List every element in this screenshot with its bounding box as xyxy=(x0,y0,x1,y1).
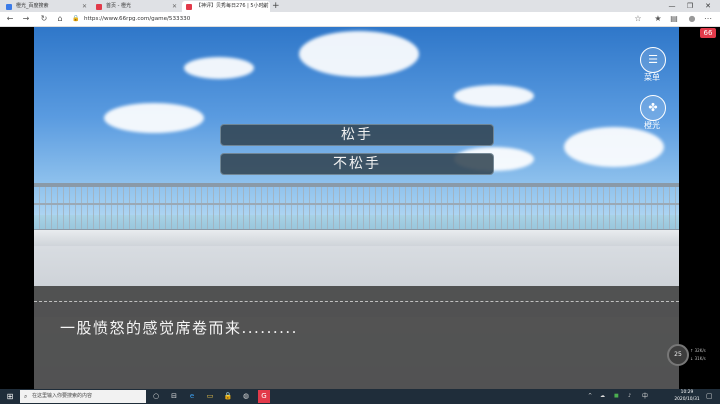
restore-button[interactable]: ❐ xyxy=(682,0,698,12)
tab-title: 首页 - 橙光 xyxy=(106,3,131,9)
forward-button[interactable]: → xyxy=(20,13,32,25)
menu-label: 菜单 xyxy=(644,73,660,82)
cortana-icon[interactable]: ○ xyxy=(150,390,162,403)
menu-button[interactable]: ☰ xyxy=(640,47,666,73)
favorites-icon[interactable]: ★ xyxy=(652,13,664,25)
railing-mid xyxy=(34,203,679,205)
tab-baidu[interactable]: 橙光_百度搜索 ✕ xyxy=(2,1,90,12)
profile-avatar[interactable]: ● xyxy=(686,13,698,25)
task-view-icon[interactable]: ⊟ xyxy=(168,390,180,403)
new-tab-button[interactable]: + xyxy=(272,0,280,12)
start-button[interactable]: ⊞ xyxy=(4,390,16,403)
list-icon: ☰ xyxy=(648,53,658,66)
tab-favicon-icon xyxy=(6,4,12,10)
orange-light-icon: ✤ xyxy=(648,101,658,114)
minimize-button[interactable]: — xyxy=(664,0,680,12)
railing-top xyxy=(34,183,679,187)
home-button[interactable]: ⌂ xyxy=(54,13,66,25)
cloud xyxy=(104,103,204,133)
railing-bars xyxy=(34,185,679,231)
rooftop-ledge xyxy=(34,230,679,246)
reload-button[interactable]: ↻ xyxy=(38,13,50,25)
site-logo-icon[interactable]: 66 xyxy=(700,28,716,38)
dialogue-text: 一股愤怒的感觉席卷而来......... xyxy=(60,319,298,337)
lock-icon: 🔒 xyxy=(72,15,80,22)
notification-icon[interactable]: ▢ xyxy=(706,390,713,403)
ime-icon[interactable]: 中 xyxy=(642,390,648,403)
search-placeholder: 在这里输入你要搜索的内容 xyxy=(32,393,93,399)
choice-hold-on[interactable]: 不松手 xyxy=(220,153,494,175)
volume-icon[interactable]: ♪ xyxy=(628,390,631,403)
tab-favicon-icon xyxy=(96,4,102,10)
more-menu-icon[interactable]: ⋯ xyxy=(702,13,714,25)
edge-icon[interactable]: e xyxy=(186,390,198,403)
clock[interactable]: 10:29 2020/10/31 xyxy=(672,389,702,403)
url-field[interactable]: https://www.66rpg.com/game/533330 xyxy=(84,14,190,24)
dialogue-divider xyxy=(34,301,679,302)
tray-expand-icon[interactable]: ^ xyxy=(588,390,592,403)
cloud xyxy=(184,57,254,79)
clock-time: 10:29 xyxy=(680,390,694,395)
orange-light-button[interactable]: ✤ xyxy=(640,95,666,121)
cloud-icon[interactable]: ☁ xyxy=(600,390,605,403)
tab-close-icon[interactable]: ✕ xyxy=(82,1,87,12)
upload-speed: ↑ 32K/s xyxy=(690,348,706,353)
game-canvas[interactable]: 松手 不松手 ☰ 菜单 ✤ 橙光 一股愤怒的感觉席卷而来......... xyxy=(34,27,679,389)
orange-light-label: 橙光 xyxy=(644,121,660,130)
tab-close-icon[interactable]: ✕ xyxy=(172,1,177,12)
tray-app-icon[interactable]: ■ xyxy=(614,390,619,403)
tab-active-game[interactable]: 【神评】贝秀每日276 | 5小时前 ✕ xyxy=(182,1,270,12)
network-gauge: 25 xyxy=(667,344,689,366)
cloud xyxy=(299,31,419,77)
tab-favicon-icon xyxy=(186,4,192,10)
close-window-button[interactable]: ✕ xyxy=(700,0,716,12)
file-explorer-icon[interactable]: ▭ xyxy=(204,390,216,403)
download-speed: ↓ 31K/s xyxy=(690,356,706,361)
collections-icon[interactable]: ▤ xyxy=(668,13,680,25)
tab-close-icon[interactable]: ✕ xyxy=(262,1,267,12)
cloud xyxy=(454,85,534,107)
star-icon[interactable]: ☆ xyxy=(632,13,644,25)
back-button[interactable]: ← xyxy=(4,13,16,25)
app-icon[interactable]: ◍ xyxy=(240,390,252,403)
network-percent: 25 xyxy=(674,351,682,358)
choice-let-go[interactable]: 松手 xyxy=(220,124,494,146)
tab-title: 【神评】贝秀每日276 | 5小时前 xyxy=(196,3,269,9)
clock-date: 2020/10/31 xyxy=(674,397,700,402)
tab-title: 橙光_百度搜索 xyxy=(16,3,49,9)
search-icon: ⌕ xyxy=(24,393,28,400)
store-icon[interactable]: 🔒 xyxy=(222,390,234,403)
taskbar-search[interactable]: ⌕ 在这里输入你要搜索的内容 xyxy=(20,390,146,403)
app-g-icon[interactable]: G xyxy=(258,390,270,403)
cloud xyxy=(564,127,664,167)
right-margin xyxy=(679,27,720,389)
tab-home[interactable]: 首页 - 橙光 ✕ xyxy=(92,1,180,12)
